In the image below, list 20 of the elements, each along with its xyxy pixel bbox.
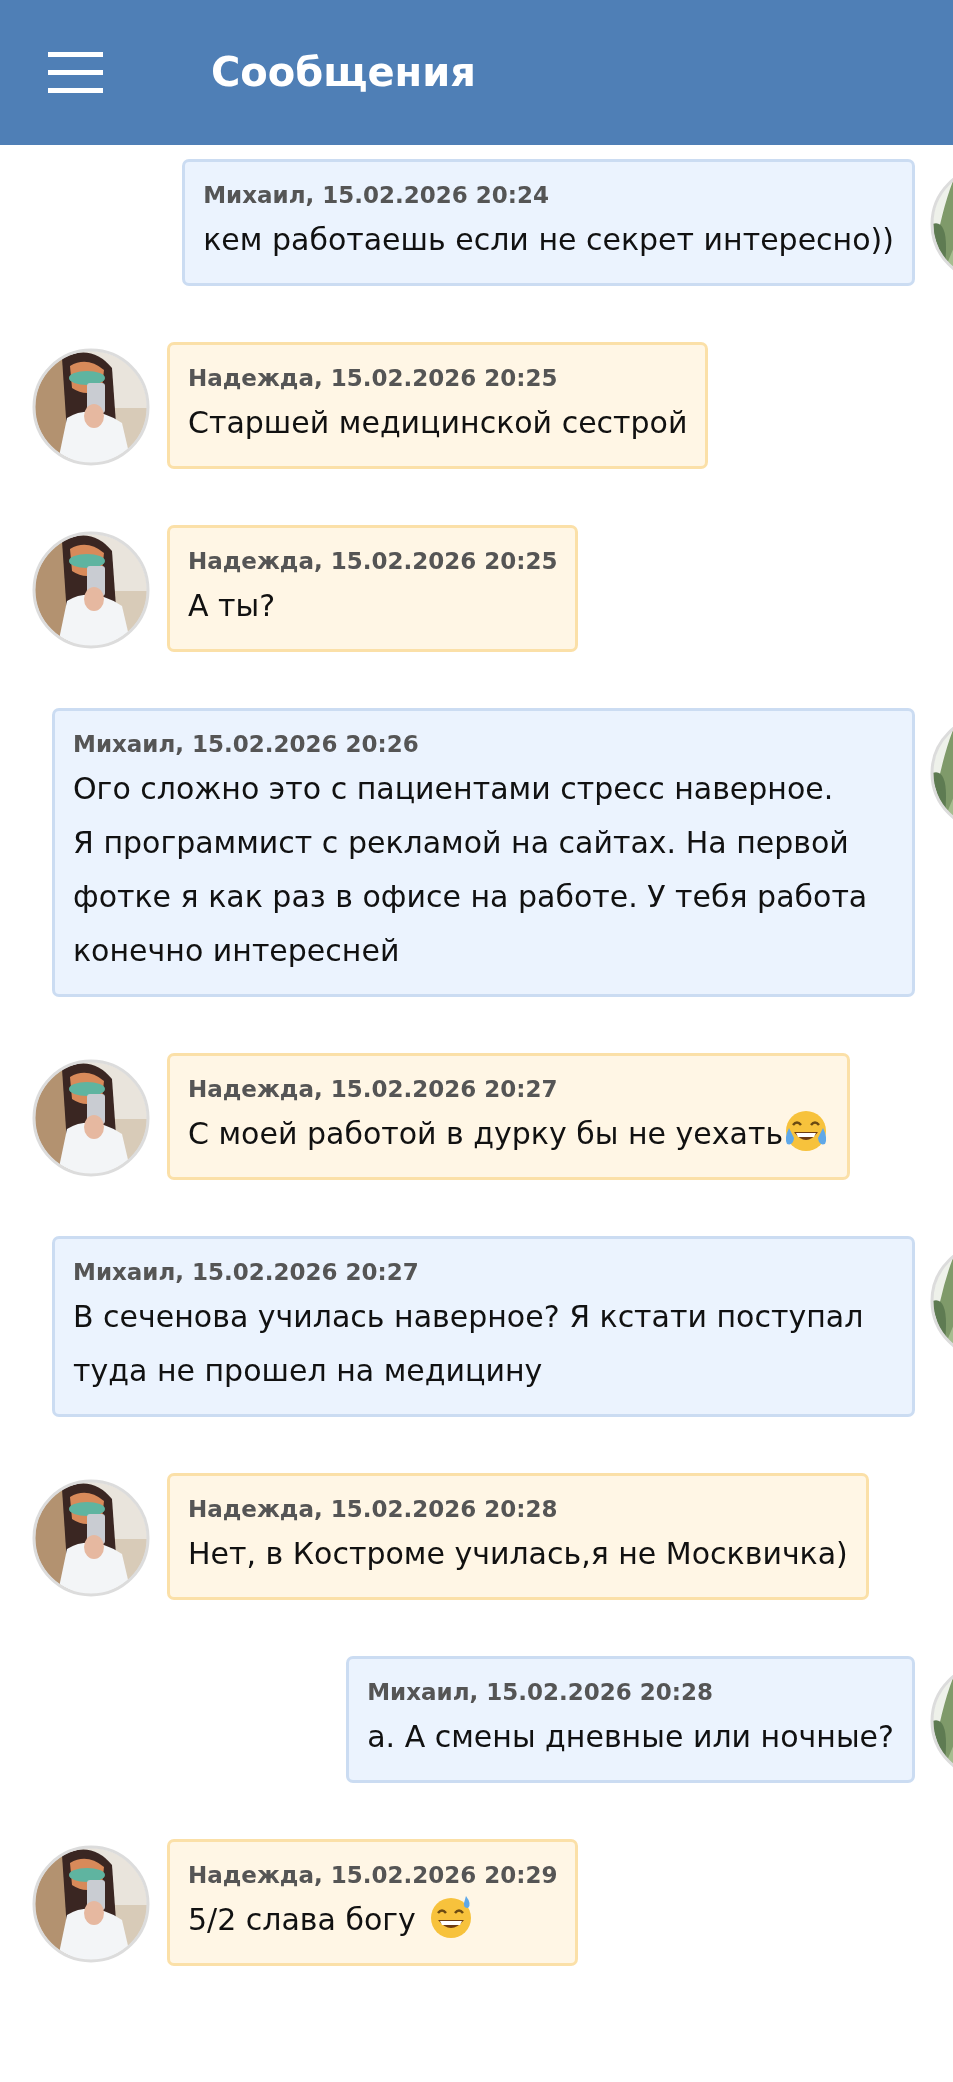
menu-button[interactable] bbox=[48, 52, 103, 93]
message-meta: Михаил, 15.02.2026 20:28 bbox=[367, 1678, 714, 1707]
message-text: С моей работой в дурку бы не уехать bbox=[188, 1116, 784, 1151]
message-meta: Михаил, 15.02.2026 20:26 bbox=[73, 730, 420, 759]
message-text: кем работаешь если не секрет интересно)) bbox=[203, 222, 894, 257]
message-meta: Надежда, 15.02.2026 20:25 bbox=[188, 364, 559, 393]
message-meta: Михаил, 15.02.2026 20:24 bbox=[203, 181, 550, 210]
message-meta: Надежда, 15.02.2026 20:25 bbox=[188, 547, 558, 576]
message-text: Старшей медицинской сестрой bbox=[188, 405, 688, 440]
message-text: а. А смены дневные или ночные? bbox=[367, 1719, 894, 1754]
message-meta: Надежда, 15.02.2026 20:29 bbox=[188, 1861, 558, 1890]
message-text: Ого сложно это с пациентами стресс наверное. Я программист с рекламой на сайтах. На первой фотке я как раз в офисе на работе. У тебя работа конечно интересней bbox=[73, 771, 868, 968]
message-text: 5/2 слава богу bbox=[188, 1902, 416, 1937]
message-meta: Михаил, 15.02.2026 20:27 bbox=[73, 1258, 420, 1287]
message-meta: Надежда, 15.02.2026 20:28 bbox=[188, 1495, 559, 1524]
message-text: А ты? bbox=[188, 588, 276, 623]
message-text: В сеченова училась наверное? Я кстати поступал туда не прошел на медицину bbox=[73, 1299, 864, 1388]
message-text: Нет, в Костроме училась,я не Москвичка) bbox=[188, 1536, 848, 1571]
message-meta: Надежда, 15.02.2026 20:27 bbox=[188, 1075, 559, 1104]
page-title: Сообщения bbox=[211, 48, 476, 95]
